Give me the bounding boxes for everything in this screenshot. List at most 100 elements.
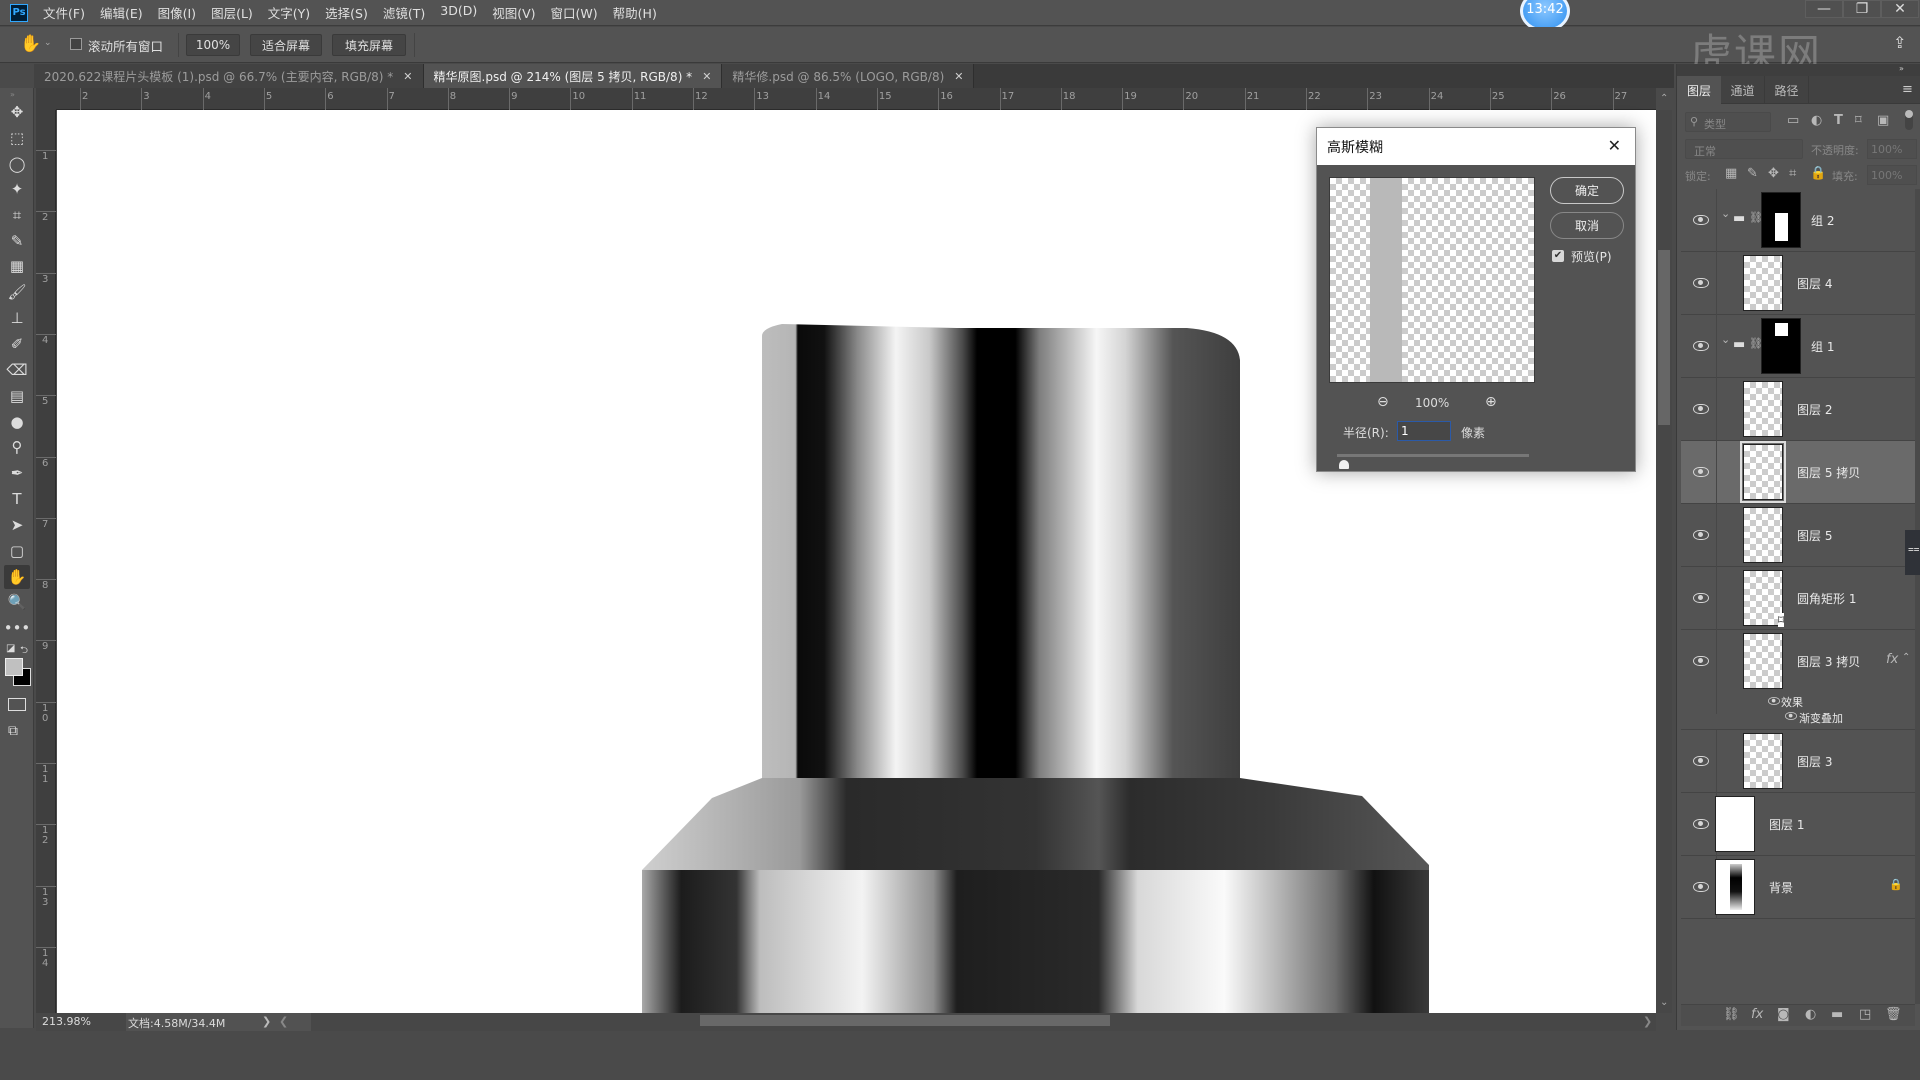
layer-row[interactable]: ⌑ 圆角矩形 1 — [1681, 567, 1915, 630]
fill-field[interactable]: 100% — [1867, 165, 1917, 185]
chevron-down-icon[interactable]: ⌄ — [1721, 207, 1730, 220]
collapse-effects-icon[interactable]: ⌃ — [1902, 652, 1910, 663]
tab-channels[interactable]: 通道 — [1721, 76, 1765, 104]
marquee-tool-icon[interactable]: ⬚ — [4, 126, 30, 150]
visibility-eye-icon[interactable] — [1693, 756, 1709, 766]
layer-name[interactable]: 图层 3 — [1797, 753, 1832, 770]
radius-slider[interactable] — [1337, 454, 1529, 457]
link-icon[interactable]: ⛓ — [1723, 1007, 1740, 1022]
menu-item[interactable]: 选择(S) — [325, 3, 368, 22]
mask-icon[interactable]: ◙ — [1777, 1007, 1790, 1022]
zoom-readout[interactable]: 213.98% — [42, 1015, 91, 1028]
layer-name[interactable]: 组 2 — [1811, 212, 1834, 229]
layer-row[interactable]: 图层 2 — [1681, 378, 1915, 441]
tab-close-icon[interactable]: ✕ — [954, 70, 963, 83]
dialog-title-bar[interactable]: 高斯模糊 ✕ — [1317, 128, 1635, 165]
visibility-eye-icon[interactable] — [1693, 882, 1709, 892]
effect-eye-icon[interactable] — [1785, 712, 1797, 720]
layer-row[interactable]: 图层 5 — [1681, 504, 1915, 567]
visibility-eye-icon[interactable] — [1693, 404, 1709, 414]
visibility-eye-icon[interactable] — [1693, 656, 1709, 666]
lasso-tool-icon[interactable]: ◯ — [4, 152, 30, 176]
layer-name[interactable]: 图层 5 拷贝 — [1797, 464, 1860, 481]
preview-checkbox[interactable]: ✔ — [1552, 250, 1564, 262]
fx-icon[interactable]: fx — [1751, 1007, 1763, 1022]
filter-toggle[interactable] — [1905, 110, 1913, 130]
horizontal-scroll-thumb[interactable] — [700, 1015, 1110, 1026]
filter-type-select[interactable]: ⚲ 类型 — [1685, 112, 1771, 132]
share-icon[interactable]: ⇪ — [1893, 33, 1906, 52]
scroll-up-icon[interactable]: ⌃ — [1660, 93, 1668, 104]
vertical-scrollbar[interactable] — [1656, 110, 1672, 1013]
layer-name[interactable]: 组 1 — [1811, 338, 1834, 355]
default-colors-icon[interactable]: ◪ — [6, 643, 15, 654]
horizontal-ruler[interactable]: 2 3 4 5 6 7 8 9 10 11 12 13 14 15 16 17 18 19 20 21 22 23 24 25… — [56, 88, 1656, 110]
frame-tool-icon[interactable]: ▦ — [4, 254, 30, 278]
menu-item[interactable]: 滤镜(T) — [383, 3, 425, 22]
layer-row[interactable]: 图层 1 — [1681, 793, 1915, 856]
lock-artboard-icon[interactable]: ⌗ — [1789, 166, 1796, 181]
effect-item[interactable]: 渐变叠加 — [1799, 710, 1843, 726]
layer-row[interactable]: ⌄ ▬ ⛓ 组 1 — [1681, 315, 1915, 378]
menu-item[interactable]: 文件(F) — [43, 3, 85, 22]
filter-shape-icon[interactable]: ⌑ — [1855, 113, 1862, 128]
properties-toggle-icon[interactable]: ⩵ — [1905, 530, 1920, 575]
layers-scrollbar[interactable] — [1915, 189, 1920, 1004]
fit-screen-button[interactable]: 适合屏幕 — [250, 34, 322, 56]
preview-area[interactable] — [1329, 177, 1535, 383]
document-tab[interactable]: 精华修.psd @ 86.5% (LOGO, RGB/8) ✕ — [722, 64, 975, 88]
close-window-button[interactable]: ✕ — [1881, 0, 1919, 18]
lock-icon[interactable]: 🔒 — [1889, 878, 1903, 891]
path-select-tool-icon[interactable]: ➤ — [4, 513, 30, 537]
lock-paint-icon[interactable]: ✎ — [1747, 166, 1758, 181]
visibility-eye-icon[interactable] — [1693, 593, 1709, 603]
cancel-button[interactable]: 取消 — [1550, 212, 1624, 239]
hand-tool-icon[interactable]: ✋ — [4, 565, 30, 589]
close-icon[interactable]: ✕ — [1608, 136, 1621, 155]
foreground-color-swatch[interactable] — [5, 658, 23, 676]
ruler-origin[interactable] — [36, 88, 56, 110]
menu-item[interactable]: 编辑(E) — [100, 3, 143, 22]
blur-tool-icon[interactable]: ● — [4, 410, 30, 434]
menu-item[interactable]: 文字(Y) — [268, 3, 310, 22]
filter-type-icon[interactable]: T — [1834, 113, 1843, 128]
eraser-tool-icon[interactable]: ⌫ — [4, 358, 30, 382]
layer-row[interactable]: 背景 🔒 — [1681, 856, 1915, 919]
document-tab[interactable]: 精华原图.psd @ 214% (图层 5 拷贝, RGB/8) * ✕ — [423, 64, 723, 88]
visibility-eye-icon[interactable] — [1693, 819, 1709, 829]
layer-name[interactable]: 圆角矩形 1 — [1797, 590, 1856, 607]
status-menu-arrow-icon[interactable]: ❯ — [262, 1015, 271, 1028]
layer-name[interactable]: 图层 3 拷贝 — [1797, 653, 1860, 670]
tab-close-icon[interactable]: ✕ — [403, 70, 412, 83]
more-tool-icons[interactable]: ••• — [4, 616, 31, 640]
menu-item[interactable]: 3D(D) — [440, 3, 477, 22]
fx-icon[interactable]: fx — [1886, 652, 1898, 667]
blend-mode-select[interactable]: 正常 — [1685, 139, 1803, 159]
menu-item[interactable]: 图层(L) — [211, 3, 253, 22]
panel-collapse-icon[interactable]: » — [1899, 64, 1904, 73]
layer-name[interactable]: 图层 5 — [1797, 527, 1832, 544]
menu-item[interactable]: 视图(V) — [492, 3, 535, 22]
restore-button[interactable]: ❐ — [1843, 0, 1881, 18]
filter-smart-object-icon[interactable]: ▣ — [1877, 113, 1889, 128]
radius-input[interactable]: 1 — [1397, 421, 1451, 441]
layer-name[interactable]: 图层 2 — [1797, 401, 1832, 418]
zoom-out-icon[interactable]: ⊖ — [1377, 394, 1389, 410]
opacity-field[interactable]: 100% — [1867, 139, 1917, 159]
folder-icon[interactable]: ▬ — [1831, 1007, 1843, 1022]
visibility-eye-icon[interactable] — [1693, 278, 1709, 288]
gradient-tool-icon[interactable]: ▤ — [4, 384, 30, 408]
shape-tool-icon[interactable]: ▢ — [4, 539, 30, 563]
type-tool-icon[interactable]: T — [4, 487, 30, 511]
tab-paths[interactable]: 路径 — [1765, 76, 1809, 104]
layer-row[interactable]: 图层 3 拷贝 fx ⌃ 效果 渐变叠加 — [1681, 630, 1915, 730]
radius-slider-handle[interactable] — [1338, 460, 1349, 469]
move-tool-icon[interactable]: ✥ — [4, 100, 30, 124]
pen-tool-icon[interactable]: ✒ — [4, 461, 30, 485]
scroll-right-icon[interactable]: ❯ — [1643, 1015, 1652, 1028]
hand-icon[interactable]: ✋ — [20, 34, 41, 54]
stamp-tool-icon[interactable]: ⊥ — [4, 306, 30, 330]
visibility-eye-icon[interactable] — [1693, 467, 1709, 477]
menu-item[interactable]: 帮助(H) — [613, 3, 657, 22]
lock-all-icon[interactable]: 🔒 — [1810, 166, 1826, 181]
